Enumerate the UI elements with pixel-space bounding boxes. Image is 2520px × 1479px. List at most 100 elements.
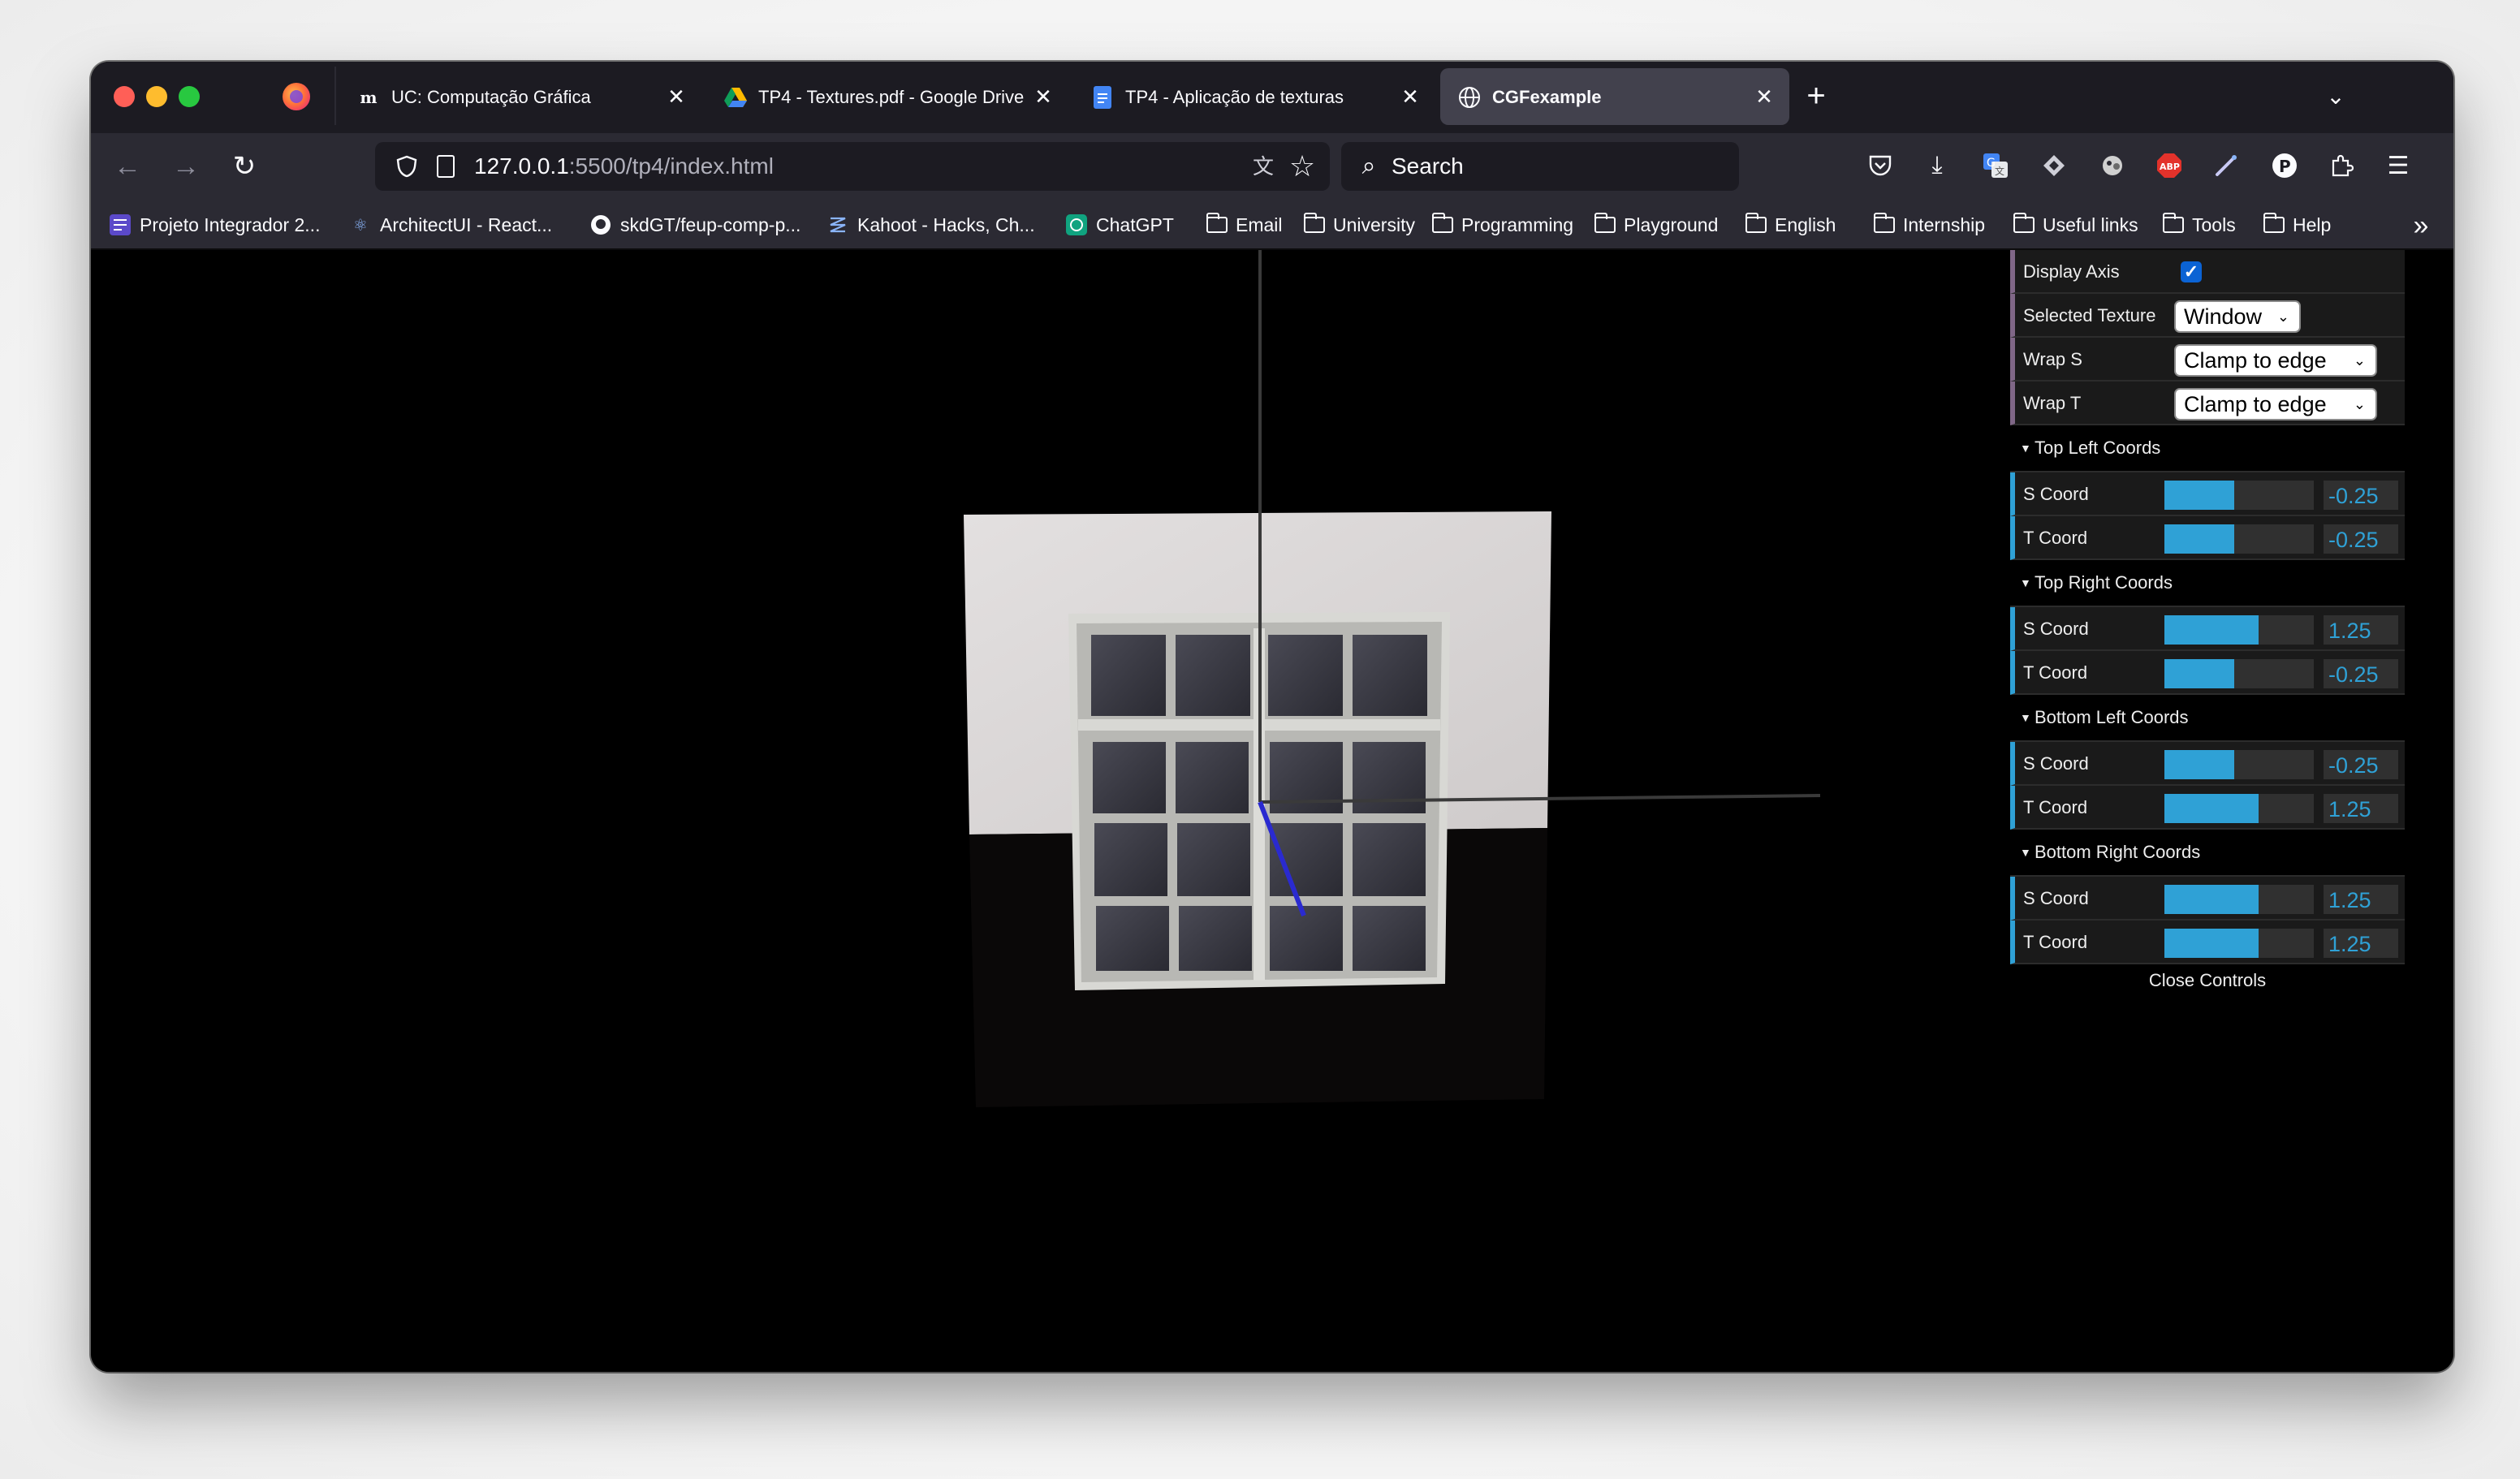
coord-number-input[interactable]: -0.25 — [2324, 659, 2398, 688]
folder-top-right-coords[interactable]: ▼ Top Right Coords — [2010, 560, 2405, 607]
folder-expanded-triangle-icon: ▼ — [2020, 711, 2031, 724]
coord-label: S Coord — [2023, 753, 2089, 774]
display-axis-row[interactable]: Display Axis ✓ — [2010, 250, 2405, 294]
search-icon: ⌕ — [1361, 153, 1376, 179]
folder-bottom-left-coords[interactable]: ▼ Bottom Left Coords — [2010, 695, 2405, 742]
webgl-canvas[interactable]: Display Axis ✓ Selected Texture Window ⌄ … — [91, 250, 2453, 1372]
tab-list-chevron-icon[interactable]: ⌄ — [2317, 78, 2354, 115]
folder-icon — [1874, 213, 1895, 233]
chevron-down-icon: ⌄ — [2353, 352, 2366, 369]
extension-ghost-icon[interactable] — [2096, 149, 2129, 182]
bookmark-label: Playground — [1624, 213, 1719, 235]
tab-title: CGFexample — [1492, 87, 1602, 107]
tab-close-icon[interactable]: ✕ — [1396, 83, 1424, 110]
coord-label: T Coord — [2023, 797, 2088, 817]
coord-number-input[interactable]: -0.25 — [2324, 481, 2398, 510]
color-picker-icon[interactable] — [2210, 149, 2242, 182]
folder-expanded-triangle-icon: ▼ — [2020, 442, 2031, 455]
coord-row: T Coord -0.25 — [2010, 516, 2405, 560]
bookmark-item[interactable]: Kahoot - Hacks, Ch... — [826, 213, 1035, 237]
bookmark-folder[interactable]: Help — [2263, 213, 2331, 237]
forward-arrow-icon[interactable]: → — [166, 146, 206, 187]
tab-cgfexample[interactable]: CGFexample ✕ — [1440, 68, 1789, 125]
coord-slider[interactable] — [2164, 929, 2314, 958]
bookmark-label: Internship — [1903, 213, 1986, 235]
bookmarks-overflow-chevron-icon[interactable]: » — [2405, 209, 2437, 242]
translate-icon[interactable]: 文 — [1249, 152, 1278, 181]
bookmark-item[interactable]: Projeto Integrador 2... — [109, 213, 320, 237]
bookmark-folder[interactable]: Tools — [2163, 213, 2236, 237]
url-bar[interactable]: 127.0.0.1:5500/tp4/index.html 文 ☆ — [375, 142, 1330, 191]
coord-number-input[interactable]: 1.25 — [2324, 794, 2398, 823]
adblock-plus-icon[interactable]: ABP — [2153, 149, 2186, 182]
tab-tp4-aplicacao[interactable]: TP4 - Aplicação de texturas ✕ — [1073, 68, 1435, 125]
bookmark-folder[interactable]: Playground — [1594, 213, 1718, 237]
coord-label: T Coord — [2023, 528, 2088, 548]
coord-slider[interactable] — [2164, 659, 2314, 688]
bookmark-item[interactable]: ⚛ ArchitectUI - React... — [349, 213, 552, 237]
search-bar[interactable]: ⌕ Search — [1341, 142, 1739, 191]
folder-top-left-coords[interactable]: ▼ Top Left Coords — [2010, 425, 2405, 472]
coord-slider[interactable] — [2164, 524, 2314, 554]
extension-diamond-icon[interactable] — [2038, 149, 2070, 182]
tab-title: UC: Computação Gráfica — [391, 87, 591, 107]
close-controls-button[interactable]: Close Controls — [2010, 964, 2405, 997]
bookmark-folder[interactable]: Email — [1206, 213, 1283, 237]
extensions-puzzle-icon[interactable] — [2325, 149, 2358, 182]
coord-slider[interactable] — [2164, 615, 2314, 645]
back-arrow-icon[interactable]: ← — [107, 146, 148, 187]
coord-slider[interactable] — [2164, 750, 2314, 779]
bookmark-item[interactable]: skdGT/feup-comp-p... — [589, 213, 800, 237]
coord-slider[interactable] — [2164, 481, 2314, 510]
slider-fill — [2164, 481, 2235, 510]
hamburger-menu-icon[interactable]: ☰ — [2382, 149, 2414, 182]
coord-number-input[interactable]: -0.25 — [2324, 750, 2398, 779]
coord-label: S Coord — [2023, 484, 2089, 504]
zoom-window-button[interactable] — [179, 86, 200, 107]
tab-close-icon[interactable]: ✕ — [1029, 83, 1057, 110]
display-axis-checkbox[interactable]: ✓ — [2181, 261, 2202, 282]
coord-number-input[interactable]: 1.25 — [2324, 885, 2398, 914]
new-tab-plus-icon[interactable]: + — [1797, 78, 1835, 115]
coord-number-input[interactable]: -0.25 — [2324, 524, 2398, 554]
coord-number-input[interactable]: 1.25 — [2324, 929, 2398, 958]
folder-icon — [1432, 213, 1453, 233]
folder-bottom-right-coords[interactable]: ▼ Bottom Right Coords — [2010, 830, 2405, 877]
tab-close-icon[interactable]: ✕ — [1750, 83, 1778, 110]
page-info-icon[interactable] — [437, 155, 455, 178]
tab-uc-computacao[interactable]: m UC: Computação Gráfica ✕ — [339, 68, 701, 125]
tracking-shield-icon[interactable] — [396, 155, 417, 178]
coord-row: T Coord 1.25 — [2010, 921, 2405, 964]
coord-row: T Coord -0.25 — [2010, 651, 2405, 695]
coord-slider[interactable] — [2164, 794, 2314, 823]
pocket-icon[interactable] — [1864, 149, 1896, 182]
bookmark-folder[interactable]: University — [1304, 213, 1415, 237]
bookmark-folder[interactable]: Useful links — [2013, 213, 2138, 237]
bookmark-folder[interactable]: Programming — [1432, 213, 1573, 237]
bookmark-item[interactable]: ChatGPT — [1065, 213, 1174, 237]
bookmark-folder[interactable]: Internship — [1874, 213, 1985, 237]
firefox-icon — [283, 83, 310, 110]
minimize-window-button[interactable] — [146, 86, 167, 107]
wrap-t-select[interactable]: Clamp to edge ⌄ — [2174, 388, 2377, 420]
wrap-s-select[interactable]: Clamp to edge ⌄ — [2174, 344, 2377, 377]
url-text[interactable]: 127.0.0.1:5500/tp4/index.html — [474, 153, 774, 179]
downloads-icon[interactable]: ⤓ — [1921, 149, 1953, 182]
google-docs-icon — [1091, 86, 1114, 109]
tab-close-icon[interactable]: ✕ — [662, 83, 690, 110]
slider-fill — [2164, 615, 2259, 645]
selected-texture-select[interactable]: Window ⌄ — [2174, 300, 2301, 333]
reload-icon[interactable]: ↻ — [224, 146, 265, 187]
coord-number-input[interactable]: 1.25 — [2324, 615, 2398, 645]
bookmark-folder[interactable]: English — [1745, 213, 1836, 237]
folder-icon — [1304, 213, 1325, 233]
wrap-s-label: Wrap S — [2023, 349, 2082, 369]
profile-p-icon[interactable]: P — [2268, 149, 2301, 182]
close-window-button[interactable] — [114, 86, 135, 107]
folder-icon — [1594, 213, 1616, 233]
tab-tp4-textures-pdf[interactable]: TP4 - Textures.pdf - Google Drive ✕ — [706, 68, 1068, 125]
translate-extension-icon[interactable]: G文 — [1979, 149, 2012, 182]
coord-slider[interactable] — [2164, 885, 2314, 914]
bookmark-star-icon[interactable]: ☆ — [1286, 150, 1318, 183]
tab-separator — [334, 67, 336, 125]
